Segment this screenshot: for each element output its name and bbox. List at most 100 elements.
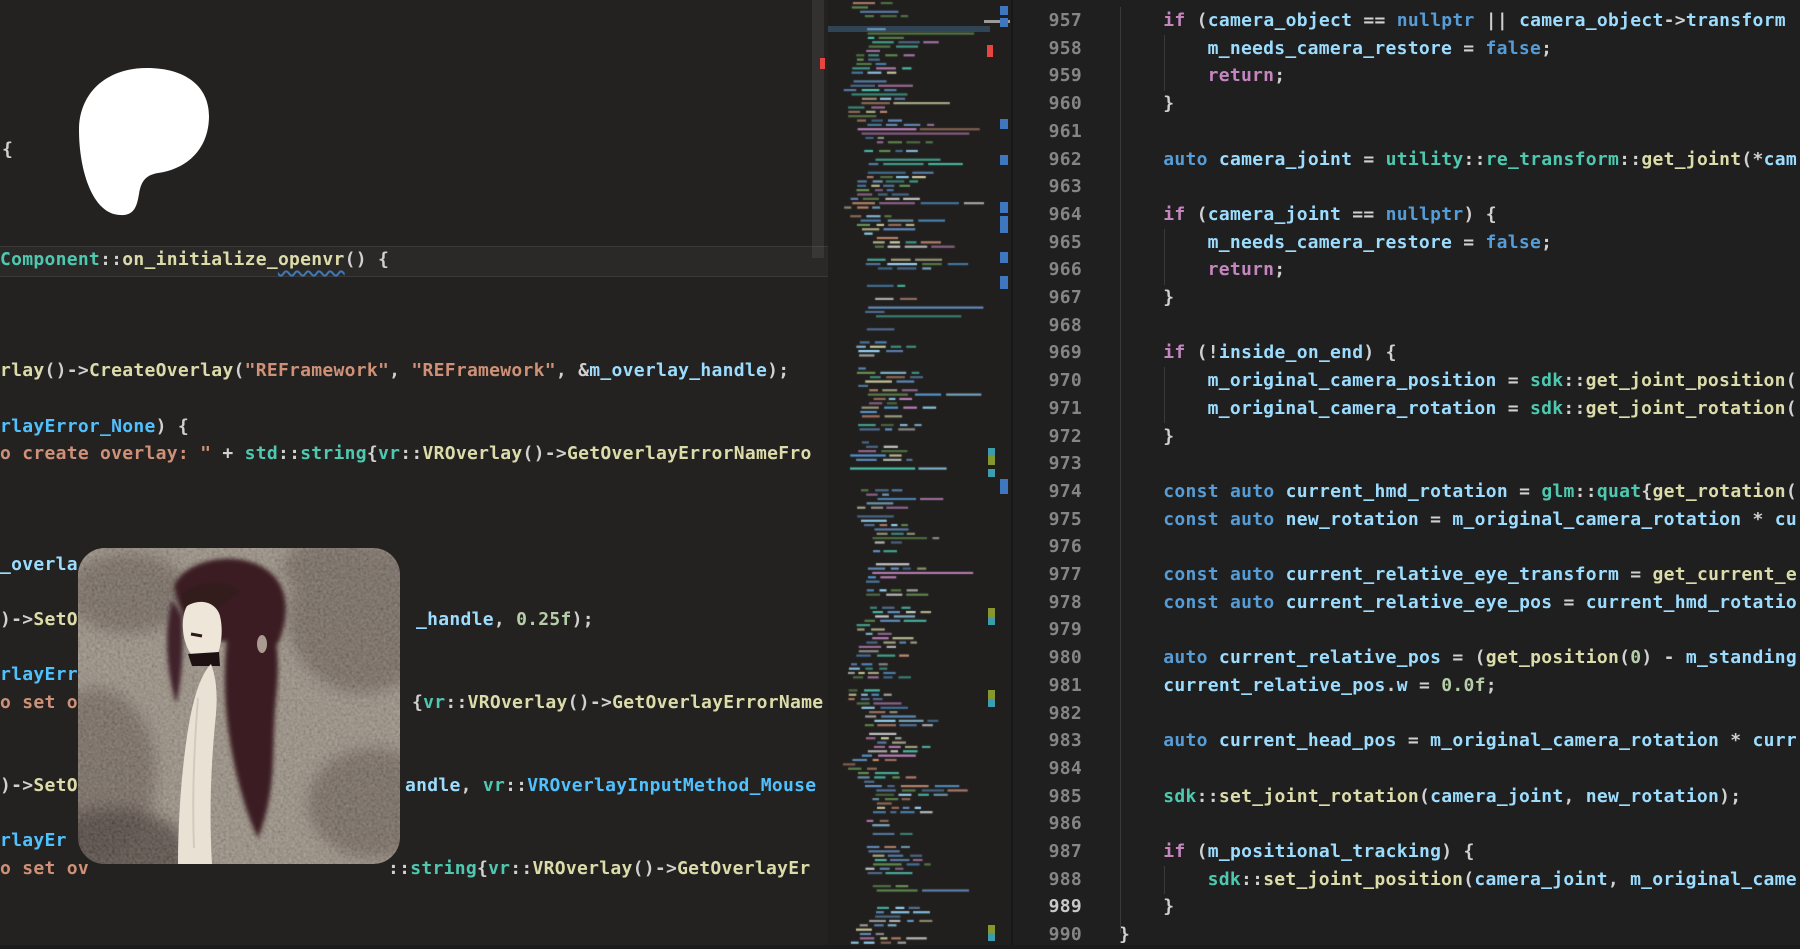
code-line-966[interactable]: return; (1208, 256, 1286, 284)
line-number[interactable]: 985 (1020, 783, 1082, 811)
code-line-964[interactable]: if (camera_joint == nullptr) { (1163, 201, 1497, 229)
code-line-965[interactable]: m_needs_camera_restore = false; (1208, 229, 1553, 257)
code-token (1219, 564, 1230, 585)
line-number[interactable]: 984 (1020, 755, 1082, 783)
line-number[interactable]: 970 (1020, 367, 1082, 395)
code-line-988[interactable]: sdk::set_joint_position(camera_joint, m_… (1208, 866, 1797, 894)
code-line-962[interactable]: auto camera_joint = utility::re_transfor… (1163, 146, 1797, 174)
code-token (1274, 592, 1285, 613)
code-token: inside_on_end (1219, 342, 1364, 363)
code-fragment: rlayEr (0, 827, 67, 855)
left-code-line[interactable]: rlay()->CreateOverlay("REFramework", "RE… (0, 357, 828, 385)
code-line-958[interactable]: m_needs_camera_restore = false; (1208, 35, 1553, 63)
code-token: auto (1163, 647, 1207, 668)
line-number[interactable]: 965 (1020, 229, 1082, 257)
line-number[interactable]: 983 (1020, 727, 1082, 755)
code-token: , (1608, 869, 1630, 890)
code-line-972[interactable]: } (1163, 423, 1174, 451)
line-number[interactable]: 957 (1020, 7, 1082, 35)
modified-line-marker (1000, 276, 1008, 289)
code-line-987[interactable]: if (m_positional_tracking) { (1163, 838, 1474, 866)
code-line-969[interactable]: if (!inside_on_end) { (1163, 339, 1396, 367)
line-number[interactable]: 976 (1020, 533, 1082, 561)
minimap[interactable] (828, 0, 990, 945)
minimap-change-marker (988, 617, 995, 625)
line-number[interactable]: 977 (1020, 561, 1082, 589)
code-token: std (245, 443, 278, 464)
scrollbar-slider[interactable] (812, 0, 824, 258)
line-number[interactable]: 967 (1020, 284, 1082, 312)
code-line-981[interactable]: current_relative_pos.w = 0.0f; (1163, 672, 1497, 700)
code-token: :: (445, 692, 467, 713)
code-line-980[interactable]: auto current_relative_pos = (get_positio… (1163, 644, 1797, 672)
line-number[interactable]: 974 (1020, 478, 1082, 506)
code-line-967[interactable]: } (1163, 284, 1174, 312)
code-token: , & (556, 360, 589, 381)
line-number[interactable]: 972 (1020, 423, 1082, 451)
left-code-line[interactable]: o create overlay: " + std::string{vr::VR… (0, 440, 828, 468)
code-line-970[interactable]: m_original_camera_position = sdk::get_jo… (1208, 367, 1797, 395)
line-number[interactable]: 966 (1020, 256, 1082, 284)
line-number[interactable]: 979 (1020, 616, 1082, 644)
code-token: m_original_camera_rotation (1430, 730, 1719, 751)
line-number[interactable]: 981 (1020, 672, 1082, 700)
code-token: current_relative_eye_transform (1286, 564, 1620, 585)
code-token: vr (423, 692, 445, 713)
line-number[interactable]: 963 (1020, 173, 1082, 201)
left-editor-scrollbar[interactable] (812, 0, 824, 945)
line-number[interactable]: 969 (1020, 339, 1082, 367)
code-token: transform (1686, 10, 1786, 31)
code-token: camera_joint (1430, 786, 1563, 807)
code-line-989[interactable]: } (1163, 893, 1174, 921)
line-number[interactable]: 968 (1020, 312, 1082, 340)
code-token: ( (1186, 841, 1208, 862)
line-number[interactable]: 989 (1020, 893, 1082, 921)
code-line-974[interactable]: const auto current_hmd_rotation = glm::q… (1163, 478, 1797, 506)
code-line-960[interactable]: } (1163, 90, 1174, 118)
code-line-977[interactable]: const auto current_relative_eye_transfor… (1163, 561, 1797, 589)
code-fragment: rlayErr (0, 661, 78, 689)
code-token: const (1163, 509, 1219, 530)
code-token: , (1564, 786, 1586, 807)
line-number[interactable]: 971 (1020, 395, 1082, 423)
line-number[interactable]: 959 (1020, 62, 1082, 90)
line-number[interactable]: 982 (1020, 700, 1082, 728)
line-number[interactable]: 986 (1020, 810, 1082, 838)
line-number[interactable]: 958 (1020, 35, 1082, 63)
line-number[interactable]: 964 (1020, 201, 1082, 229)
line-number[interactable]: 961 (1020, 118, 1082, 146)
code-line-978[interactable]: const auto current_relative_eye_pos = cu… (1163, 589, 1797, 617)
code-token: Component (0, 249, 100, 270)
code-token: ) { (1463, 204, 1496, 225)
code-line-957[interactable]: if (camera_object == nullptr || camera_o… (1163, 7, 1786, 35)
code-token (1219, 592, 1230, 613)
line-number[interactable]: 975 (1020, 506, 1082, 534)
code-fragment: )->SetO (0, 772, 78, 800)
code-line-975[interactable]: const auto new_rotation = m_original_cam… (1163, 506, 1797, 534)
line-number[interactable]: 987 (1020, 838, 1082, 866)
modified-line-marker (1000, 6, 1008, 15)
line-number[interactable]: 973 (1020, 450, 1082, 478)
code-line-985[interactable]: sdk::set_joint_rotation(camera_joint, ne… (1163, 783, 1741, 811)
code-line-971[interactable]: m_original_camera_rotation = sdk::get_jo… (1208, 395, 1797, 423)
code-token: ) - (1641, 647, 1685, 668)
code-line-983[interactable]: auto current_head_pos = m_original_camer… (1163, 727, 1797, 755)
code-token: { (1641, 481, 1652, 502)
code-token: :: (505, 775, 527, 796)
code-line-959[interactable]: return; (1208, 62, 1286, 90)
code-token: ()-> (44, 360, 88, 381)
line-number[interactable]: 980 (1020, 644, 1082, 672)
code-token: . (1386, 675, 1397, 696)
code-token: get_rotation (1653, 481, 1786, 502)
line-number[interactable]: 988 (1020, 866, 1082, 894)
code-token: openvr (278, 249, 345, 270)
line-number[interactable]: 978 (1020, 589, 1082, 617)
left-code-line[interactable]: rlayError_None) { (0, 413, 828, 441)
left-code-line[interactable]: Component::on_initialize_openvr() { (0, 246, 828, 274)
code-token: = (1397, 730, 1430, 751)
code-token: == (1341, 204, 1385, 225)
code-token: vr (488, 858, 510, 879)
line-number[interactable]: 962 (1020, 146, 1082, 174)
line-number[interactable]: 960 (1020, 90, 1082, 118)
indent-guide (1164, 35, 1165, 91)
